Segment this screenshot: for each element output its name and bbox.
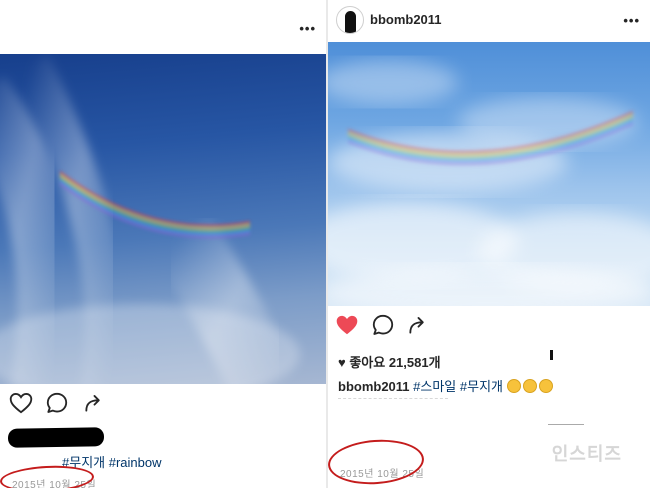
caption-hashtags[interactable]: #스마일 #무지개 bbox=[413, 379, 503, 394]
instagram-post-right: bbomb2011 ••• ♥ 좋아요 21,581개 bbomb2011 #스… bbox=[328, 0, 650, 488]
sky-artwork bbox=[0, 55, 302, 384]
smile-emoji-icon bbox=[506, 379, 521, 393]
redacted-username bbox=[7, 427, 105, 448]
more-options-button[interactable]: ••• bbox=[623, 14, 640, 27]
comment-icon[interactable] bbox=[370, 312, 396, 338]
redaction-mark bbox=[550, 350, 553, 360]
post-actions-bar bbox=[0, 390, 326, 420]
share-icon[interactable] bbox=[406, 312, 432, 338]
more-options-button[interactable]: ••• bbox=[299, 22, 316, 35]
caption-username[interactable]: bbomb2011 bbox=[338, 379, 410, 394]
post-photo-rainbow-sky[interactable] bbox=[0, 54, 326, 384]
post-actions-bar bbox=[328, 312, 650, 342]
smile-emoji-icon bbox=[538, 379, 553, 393]
sky-artwork bbox=[328, 60, 650, 306]
site-watermark: 인스티즈 bbox=[551, 444, 622, 464]
smile-emoji-icon bbox=[522, 379, 537, 393]
faded-comment-line bbox=[338, 398, 448, 404]
post-header: ••• bbox=[0, 0, 326, 42]
post-photo-rainbow-sky[interactable] bbox=[328, 42, 650, 306]
avatar[interactable] bbox=[336, 6, 364, 34]
post-caption: bbomb2011 #스마일 #무지개 bbox=[338, 376, 555, 395]
red-annotation-circle bbox=[0, 463, 95, 488]
instagram-post-left: ••• #무지개 #rainbow 2015년 10월 25일 bbox=[0, 0, 326, 488]
heart-icon[interactable] bbox=[8, 390, 34, 416]
share-icon[interactable] bbox=[82, 390, 108, 416]
faded-comment-line bbox=[548, 424, 584, 425]
post-header: bbomb2011 ••• bbox=[328, 0, 650, 42]
comment-icon[interactable] bbox=[44, 390, 70, 416]
post-username[interactable]: bbomb2011 bbox=[370, 12, 442, 27]
heart-filled-icon[interactable] bbox=[334, 312, 360, 338]
likes-count[interactable]: ♥ 좋아요 21,581개 bbox=[338, 352, 441, 371]
